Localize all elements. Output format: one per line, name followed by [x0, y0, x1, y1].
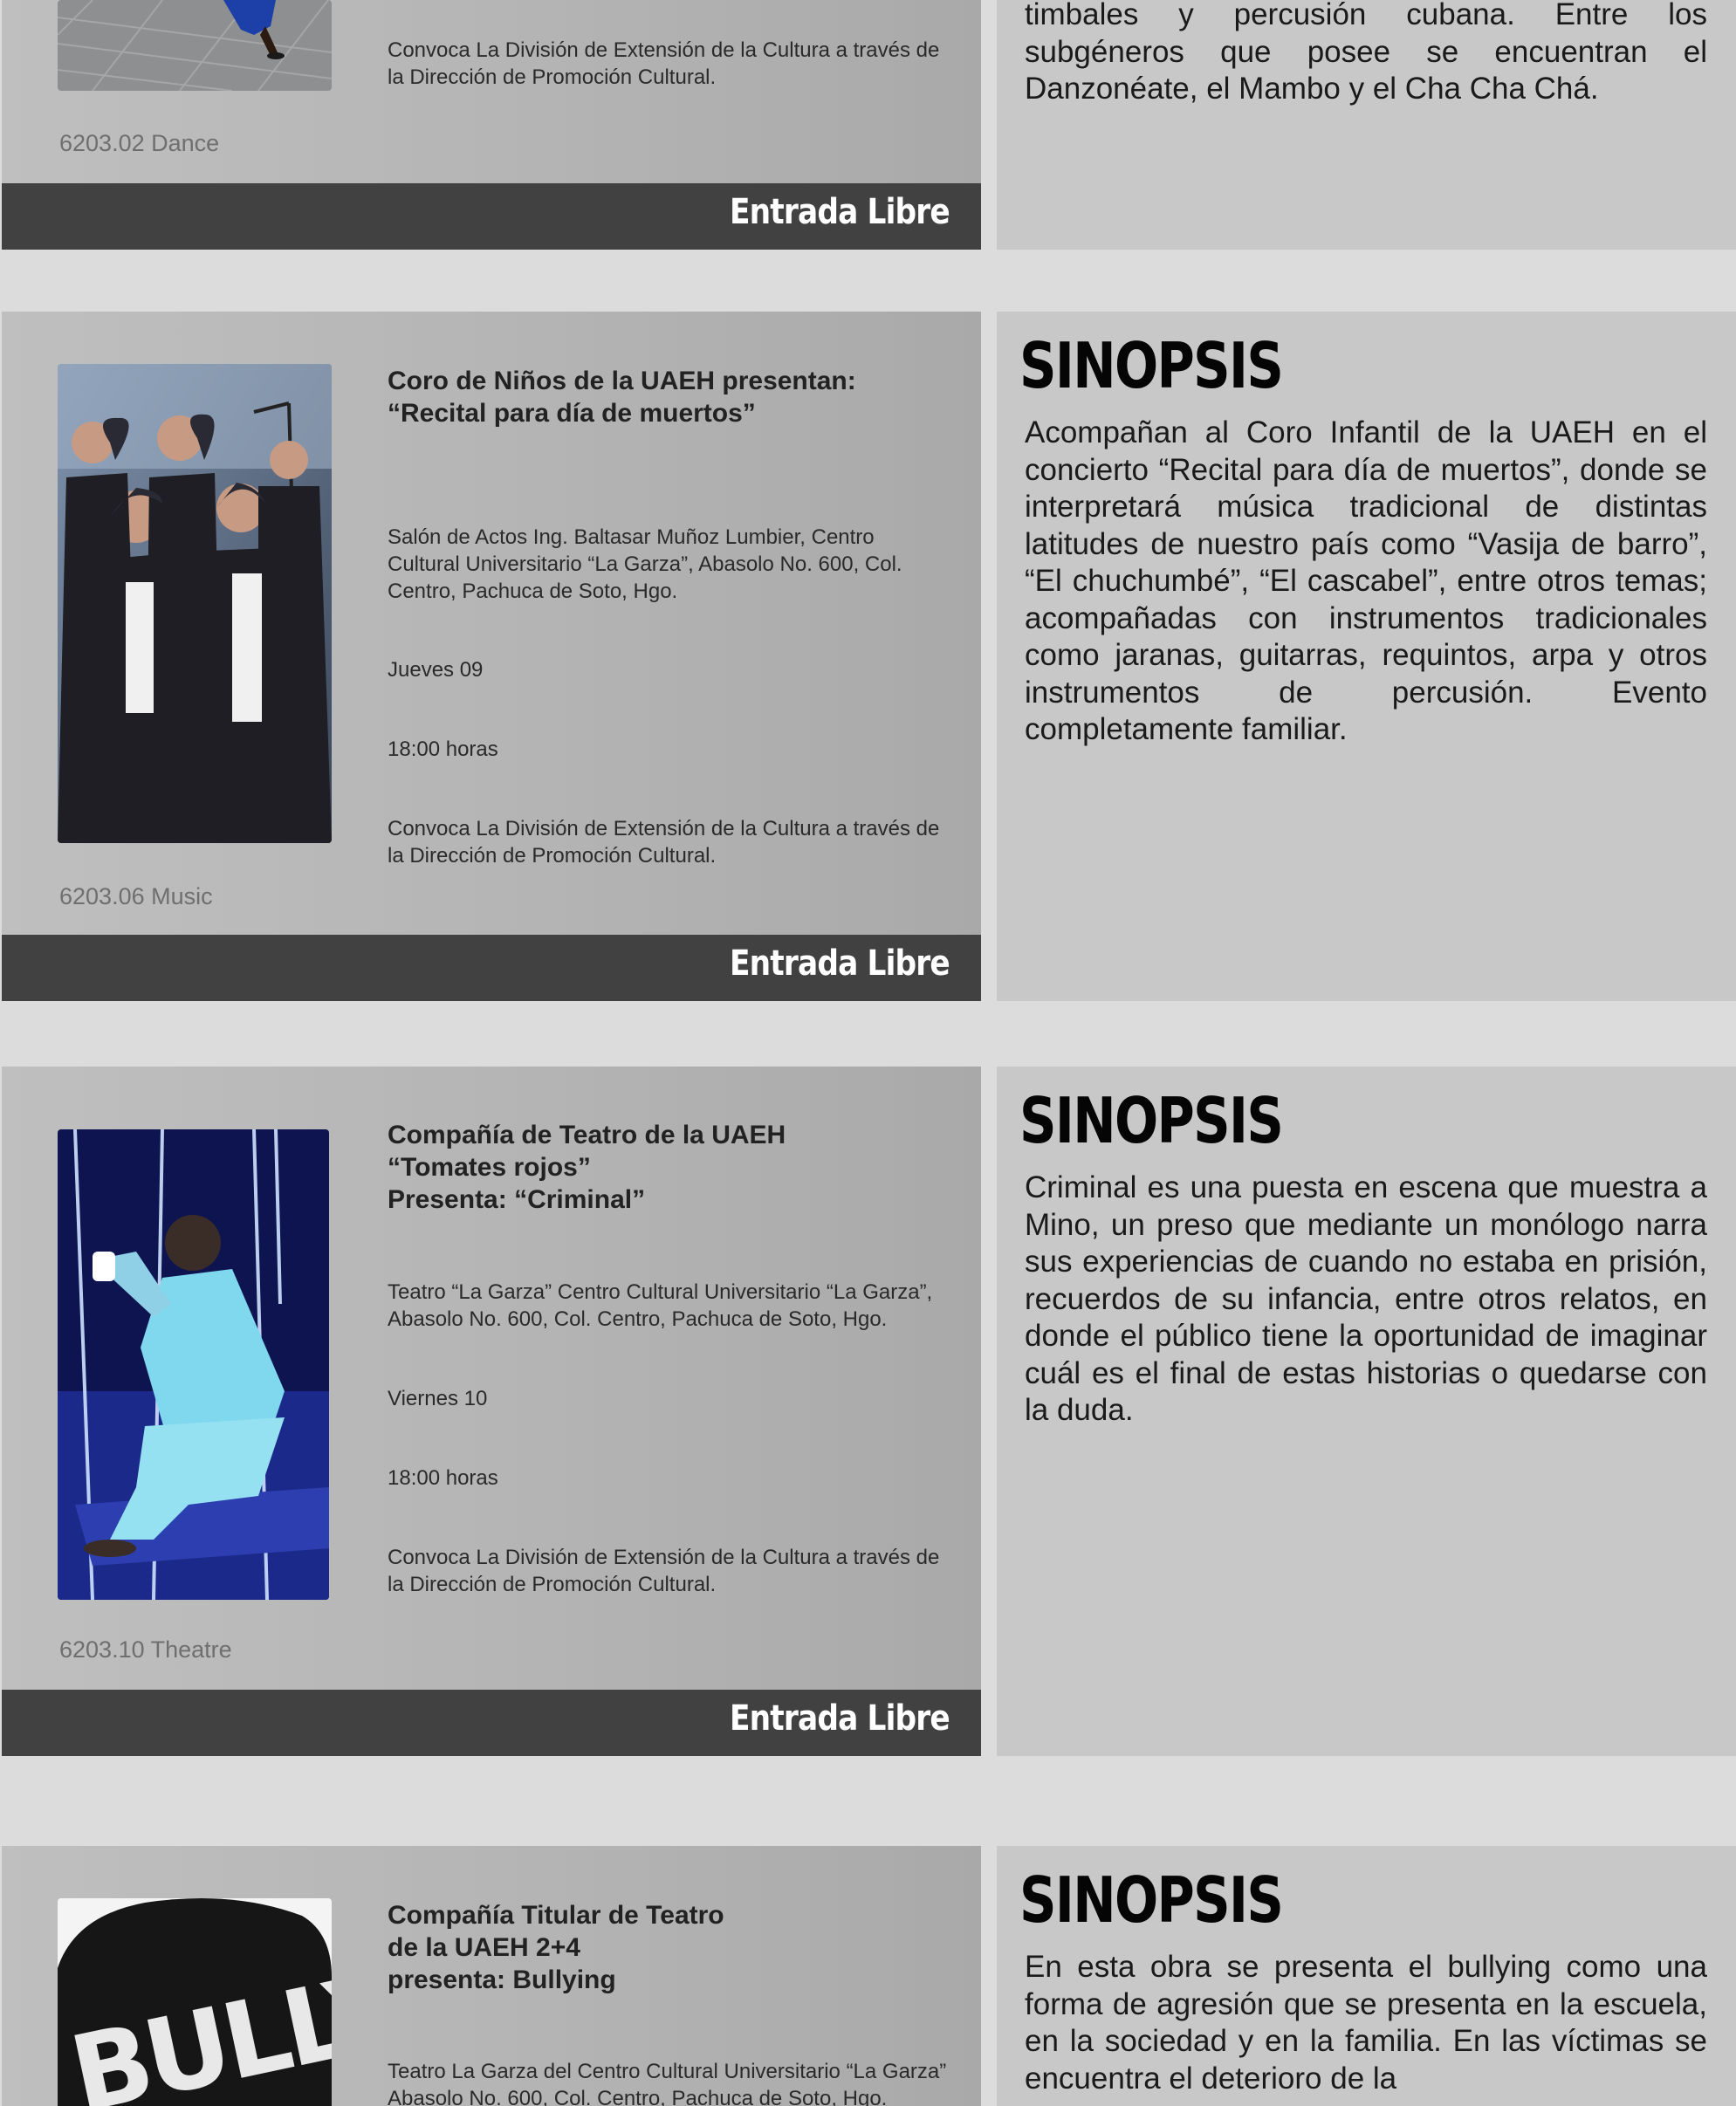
- convoca-text: Convoca La División de Extensión de la C…: [388, 817, 940, 868]
- sinopsis-heading: SINOPSIS: [1019, 1084, 1284, 1157]
- event-title: Coro de Niños de la UAEH presentan: “Rec…: [388, 367, 856, 428]
- venue-text: Salón de Actos Ing. Baltasar Muñoz Lumbi…: [388, 525, 902, 603]
- choir-photo: [58, 364, 332, 843]
- time-text: 18:00 horas: [388, 1466, 498, 1490]
- event-title: Compañía Titular de Teatro de la UAEH 2+…: [388, 1901, 724, 1994]
- event-card-bullying: BULLY Compañía Titular de Teatro de la U…: [2, 1846, 981, 2106]
- entrada-libre-label: Entrada Libre: [730, 1698, 950, 1739]
- venue-text: Teatro La Garza del Centro Cultural Univ…: [388, 2060, 947, 2106]
- event-card-theatre: Compañía de Teatro de la UAEH “Tomates r…: [2, 1067, 981, 1756]
- day-text: Jueves 09: [388, 658, 484, 682]
- entrada-libre-label: Entrada Libre: [730, 943, 950, 984]
- convoca-text: Convoca La División de Extensión de la C…: [388, 1546, 940, 1596]
- sinopsis-heading: SINOPSIS: [1019, 329, 1284, 402]
- dance-photo: [58, 0, 332, 91]
- criminal-photo: [58, 1129, 329, 1600]
- synopsis-text: Criminal es una puesta en escena que mue…: [1025, 1170, 1707, 1427]
- synopsis-text: En esta obra se presenta el bullying com…: [1025, 1950, 1707, 2096]
- time-text: 18:00 horas: [388, 737, 498, 761]
- category-code: 6203.02 Dance: [59, 130, 220, 156]
- event-card-dance: Convoca La División de Extensión de la C…: [2, 0, 981, 250]
- sinopsis-heading: SINOPSIS: [1019, 1863, 1284, 1937]
- event-title: Compañía de Teatro de la UAEH “Tomates r…: [388, 1121, 786, 1214]
- synopsis-card-music: SINOPSIS Acompañan al Coro Infantil de l…: [997, 312, 1736, 1001]
- event-card-music: Coro de Niños de la UAEH presentan: “Rec…: [2, 312, 981, 1001]
- entrada-libre-label: Entrada Libre: [730, 192, 950, 232]
- synopsis-card-bullying: SINOPSIS En esta obra se presenta el bul…: [997, 1846, 1736, 2106]
- entrada-footer: Entrada Libre: [2, 1690, 981, 1756]
- synopsis-card-dance: timbales y percusión cubana. Entre los s…: [997, 0, 1736, 250]
- venue-text: Teatro “La Garza” Centro Cultural Univer…: [388, 1280, 933, 1331]
- convoca-text: Convoca La División de Extensión de la C…: [388, 38, 940, 89]
- day-text: Viernes 10: [388, 1387, 488, 1410]
- bullying-photo: BULLY: [58, 1898, 332, 2106]
- synopsis-card-theatre: SINOPSIS Criminal es una puesta en escen…: [997, 1067, 1736, 1756]
- synopsis-text: Acompañan al Coro Infantil de la UAEH en…: [1025, 415, 1707, 746]
- category-code: 6203.10 Theatre: [59, 1636, 232, 1663]
- entrada-footer: Entrada Libre: [2, 935, 981, 1001]
- category-code: 6203.06 Music: [59, 883, 213, 909]
- entrada-footer: Entrada Libre: [2, 183, 981, 250]
- synopsis-text: timbales y percusión cubana. Entre los s…: [1025, 0, 1707, 106]
